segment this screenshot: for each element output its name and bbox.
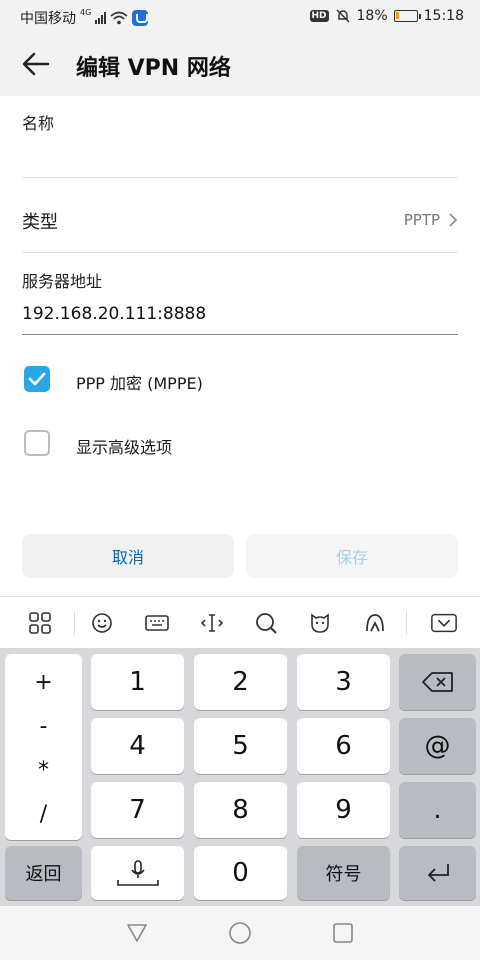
type-row[interactable]: 类型 PPTP bbox=[0, 178, 480, 252]
emoji-icon[interactable] bbox=[88, 609, 116, 637]
server-divider bbox=[22, 334, 458, 335]
apps-grid-icon[interactable] bbox=[26, 609, 54, 637]
key-at[interactable]: @ bbox=[399, 718, 476, 774]
key-0[interactable]: 0 bbox=[194, 846, 287, 900]
key-8[interactable]: 8 bbox=[194, 782, 287, 838]
clock: 15:18 bbox=[423, 8, 464, 24]
voice-input-key[interactable] bbox=[91, 846, 184, 900]
back-button[interactable] bbox=[18, 48, 54, 80]
enter-key[interactable] bbox=[399, 846, 476, 900]
name-label: 名称 bbox=[22, 114, 55, 133]
chevron-right-icon bbox=[449, 213, 458, 227]
server-label: 服务器地址 bbox=[22, 272, 103, 291]
hd-icon: HD bbox=[309, 10, 329, 22]
delete-key[interactable] bbox=[399, 654, 476, 710]
type-label: 类型 bbox=[22, 212, 58, 233]
save-button[interactable]: 保存 bbox=[246, 534, 458, 578]
key-dot[interactable]: . bbox=[399, 782, 476, 838]
app-header: 编辑 VPN 网络 bbox=[0, 32, 480, 96]
circle-home-icon bbox=[229, 922, 251, 944]
microphone-icon bbox=[116, 860, 159, 886]
back-arrow-icon bbox=[22, 52, 50, 76]
key-2[interactable]: 2 bbox=[194, 654, 287, 710]
system-nav-bar bbox=[0, 906, 480, 960]
triangle-back-icon bbox=[127, 924, 147, 942]
key-minus[interactable]: - bbox=[5, 714, 82, 739]
key-5[interactable]: 5 bbox=[194, 718, 287, 774]
cursor-move-icon[interactable] bbox=[198, 609, 226, 637]
key-slash[interactable]: / bbox=[5, 802, 82, 827]
battery-percent: 18% bbox=[356, 8, 388, 24]
name-input[interactable] bbox=[22, 138, 458, 174]
symbols-key[interactable]: 符号 bbox=[297, 846, 390, 900]
signal-icon bbox=[95, 12, 107, 24]
nav-back-button[interactable] bbox=[124, 920, 150, 946]
type-selector: PPTP bbox=[404, 211, 458, 229]
toolbar-separator bbox=[74, 611, 75, 635]
status-bar: 中国移动 4G HD 18% 15:18 bbox=[0, 0, 480, 32]
symbol-column[interactable]: + - * / bbox=[5, 654, 82, 840]
ppp-encryption-row[interactable]: PPP 加密 (MPPE) bbox=[0, 358, 480, 402]
search-icon[interactable] bbox=[252, 609, 280, 637]
enter-arrow-icon bbox=[427, 864, 449, 882]
square-recents-icon bbox=[333, 923, 353, 943]
voice-assistant-icon[interactable] bbox=[361, 609, 389, 637]
vpn-form: 名称 类型 PPTP 服务器地址 192.168.20.111:8888 PPP… bbox=[0, 96, 480, 596]
server-input[interactable]: 192.168.20.111:8888 bbox=[22, 304, 206, 324]
keyboard-toolbar bbox=[0, 596, 480, 648]
key-4[interactable]: 4 bbox=[91, 718, 184, 774]
nav-home-button[interactable] bbox=[227, 920, 253, 946]
wifi-icon bbox=[110, 11, 128, 25]
key-asterisk[interactable]: * bbox=[5, 758, 82, 783]
battery-icon bbox=[393, 10, 421, 22]
hide-keyboard-icon[interactable] bbox=[430, 609, 458, 637]
backspace-icon bbox=[421, 672, 453, 692]
network-type: 4G bbox=[80, 7, 92, 17]
key-plus[interactable]: + bbox=[5, 670, 82, 695]
sticker-icon[interactable] bbox=[306, 609, 334, 637]
key-9[interactable]: 9 bbox=[297, 782, 390, 838]
numeric-keyboard: + - * / 1 2 3 4 5 6 @ 7 8 9 . 返回 0 符号 bbox=[0, 648, 480, 906]
nav-recents-button[interactable] bbox=[330, 920, 356, 946]
ppp-encryption-label: PPP 加密 (MPPE) bbox=[76, 374, 203, 393]
check-icon bbox=[28, 372, 46, 386]
keyboard-switch-icon[interactable] bbox=[143, 609, 171, 637]
key-6[interactable]: 6 bbox=[297, 718, 390, 774]
mute-bell-icon bbox=[335, 9, 350, 23]
toolbar-separator bbox=[406, 611, 407, 635]
back-key[interactable]: 返回 bbox=[5, 846, 82, 900]
advanced-options-row[interactable]: 显示高级选项 bbox=[0, 422, 480, 466]
type-divider bbox=[22, 252, 458, 253]
ppp-encryption-checkbox[interactable] bbox=[24, 366, 50, 392]
cancel-button[interactable]: 取消 bbox=[22, 534, 234, 578]
carrier-name: 中国移动 bbox=[20, 11, 76, 27]
advanced-options-checkbox[interactable] bbox=[24, 430, 50, 456]
key-7[interactable]: 7 bbox=[91, 782, 184, 838]
app-notification-icon bbox=[132, 10, 149, 26]
key-1[interactable]: 1 bbox=[91, 654, 184, 710]
type-value: PPTP bbox=[403, 211, 440, 229]
advanced-options-label: 显示高级选项 bbox=[76, 438, 173, 457]
key-3[interactable]: 3 bbox=[297, 654, 390, 710]
page-title: 编辑 VPN 网络 bbox=[76, 56, 231, 81]
